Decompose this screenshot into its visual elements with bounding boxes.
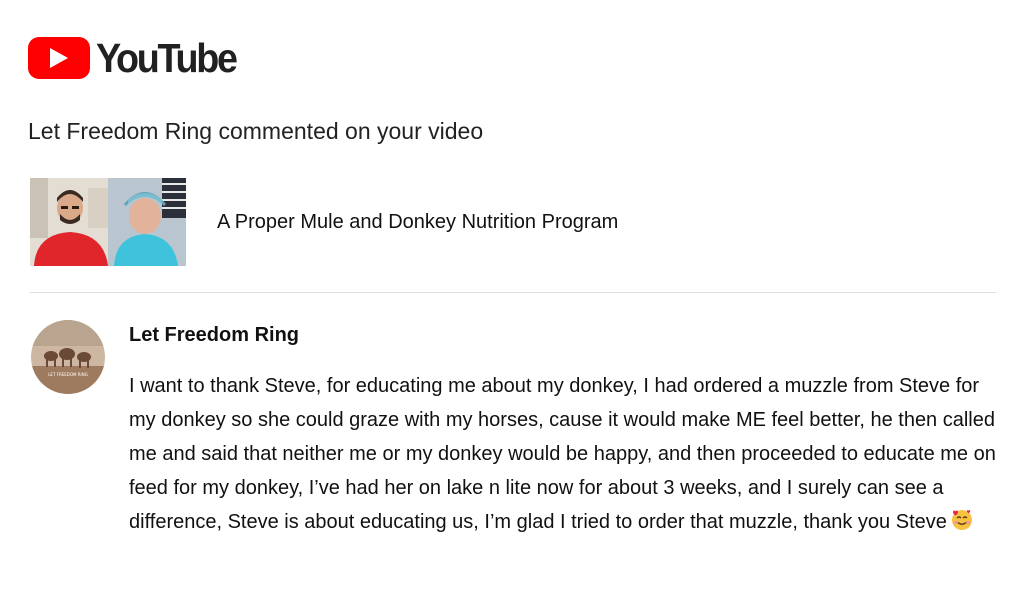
divider <box>30 292 996 293</box>
logo-wordmark: YouTube <box>96 35 238 81</box>
notification-headline: Let Freedom Ring commented on your video <box>28 118 484 144</box>
video-thumbnail[interactable] <box>30 178 186 266</box>
comment-body: I want to thank Steve, for educating me … <box>129 369 1009 542</box>
comment-text: I want to thank Steve, for educating me … <box>129 375 996 533</box>
smiling-face-with-hearts-emoji-icon <box>951 508 973 542</box>
video-link[interactable]: A Proper Mule and Donkey Nutrition Progr… <box>30 178 618 266</box>
play-icon <box>28 37 90 79</box>
avatar[interactable]: LET FREEDOM RING <box>31 320 105 394</box>
video-title[interactable]: A Proper Mule and Donkey Nutrition Progr… <box>217 211 618 234</box>
comment-author[interactable]: Let Freedom Ring <box>129 322 299 348</box>
avatar-label: LET FREEDOM RING <box>48 372 88 377</box>
youtube-logo[interactable]: YouTube <box>28 36 248 80</box>
